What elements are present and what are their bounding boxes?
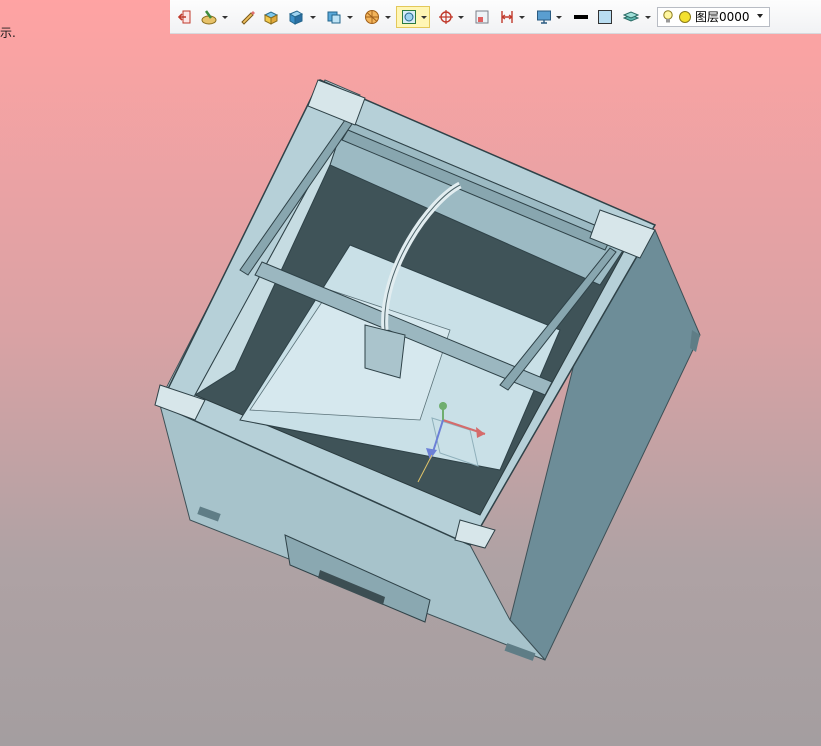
bulb-icon[interactable] — [662, 10, 674, 27]
dimension-icon[interactable] — [498, 8, 516, 26]
pencil-icon[interactable] — [238, 8, 256, 26]
dimension-dropdown[interactable] — [518, 10, 525, 24]
monitor-icon[interactable] — [535, 8, 553, 26]
snap-icon[interactable] — [437, 8, 455, 26]
layer-select[interactable]: 图层0000 — [657, 7, 770, 27]
chevron-down-icon[interactable] — [757, 14, 763, 18]
fill-color-icon[interactable] — [596, 8, 614, 26]
sun-icon[interactable] — [678, 10, 692, 27]
box-icon[interactable] — [262, 8, 280, 26]
3d-viewport[interactable] — [0, 0, 821, 746]
layer-stack-dropdown[interactable] — [644, 10, 651, 24]
cube-icon[interactable] — [287, 8, 305, 26]
cube-dropdown[interactable] — [309, 10, 316, 24]
section-view-icon[interactable] — [400, 8, 418, 26]
layer-stack-icon[interactable] — [622, 8, 640, 26]
side-text-fragment: 示. — [0, 26, 16, 40]
line-color-icon[interactable] — [572, 8, 590, 26]
render-style-dropdown[interactable] — [384, 10, 391, 24]
pen-palette-icon[interactable] — [200, 8, 218, 26]
main-toolbar: 图层0000 — [170, 0, 821, 34]
monitor-dropdown[interactable] — [555, 10, 562, 24]
section-view-dropdown[interactable] — [420, 10, 427, 24]
view-orientation-dropdown[interactable] — [346, 10, 353, 24]
exit-sketch-icon[interactable] — [176, 8, 194, 26]
pen-palette-dropdown[interactable] — [221, 10, 228, 24]
frame-icon[interactable] — [473, 8, 491, 26]
printer-model[interactable] — [154, 79, 701, 661]
render-style-icon[interactable] — [363, 8, 381, 26]
view-orientation-icon[interactable] — [325, 8, 343, 26]
layer-name: 图层0000 — [695, 10, 750, 24]
snap-dropdown[interactable] — [457, 10, 464, 24]
